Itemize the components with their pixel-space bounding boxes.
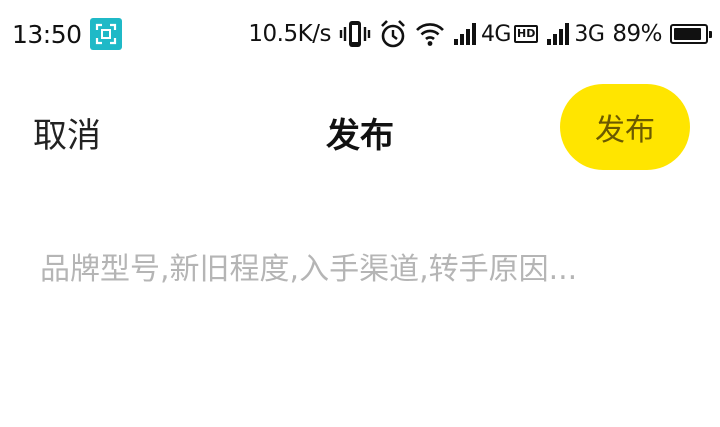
status-bar-left: 13:50 (12, 18, 122, 50)
sim2-network-type: 3G (574, 21, 605, 47)
status-bar: 13:50 10.5K/s 4G HD 3G 89% (0, 0, 720, 68)
vibrate-icon (339, 19, 371, 49)
signal-icon (453, 23, 476, 45)
hd-badge: HD (513, 25, 539, 43)
wifi-icon (415, 21, 445, 47)
sim2-signal: 3G (546, 21, 605, 47)
battery-percent: 89% (612, 21, 662, 47)
sim1-signal: 4G HD (453, 21, 539, 47)
publish-button[interactable]: 发布 (560, 84, 690, 170)
signal-icon (547, 23, 570, 45)
status-time: 13:50 (12, 19, 82, 49)
battery-level (674, 28, 701, 40)
battery-icon (670, 24, 712, 44)
sim1-network-type: 4G (480, 21, 512, 47)
status-bar-right: 10.5K/s 4G HD 3G 89% (248, 19, 712, 49)
screen: 13:50 10.5K/s 4G HD 3G 89% 取消 发布 发布 品牌型号… (0, 0, 720, 427)
description-input[interactable] (40, 250, 690, 370)
network-speed: 10.5K/s (248, 21, 331, 47)
header-bar: 取消 发布 发布 (0, 68, 720, 188)
alarm-icon (379, 19, 407, 49)
scan-app-icon (89, 18, 122, 50)
